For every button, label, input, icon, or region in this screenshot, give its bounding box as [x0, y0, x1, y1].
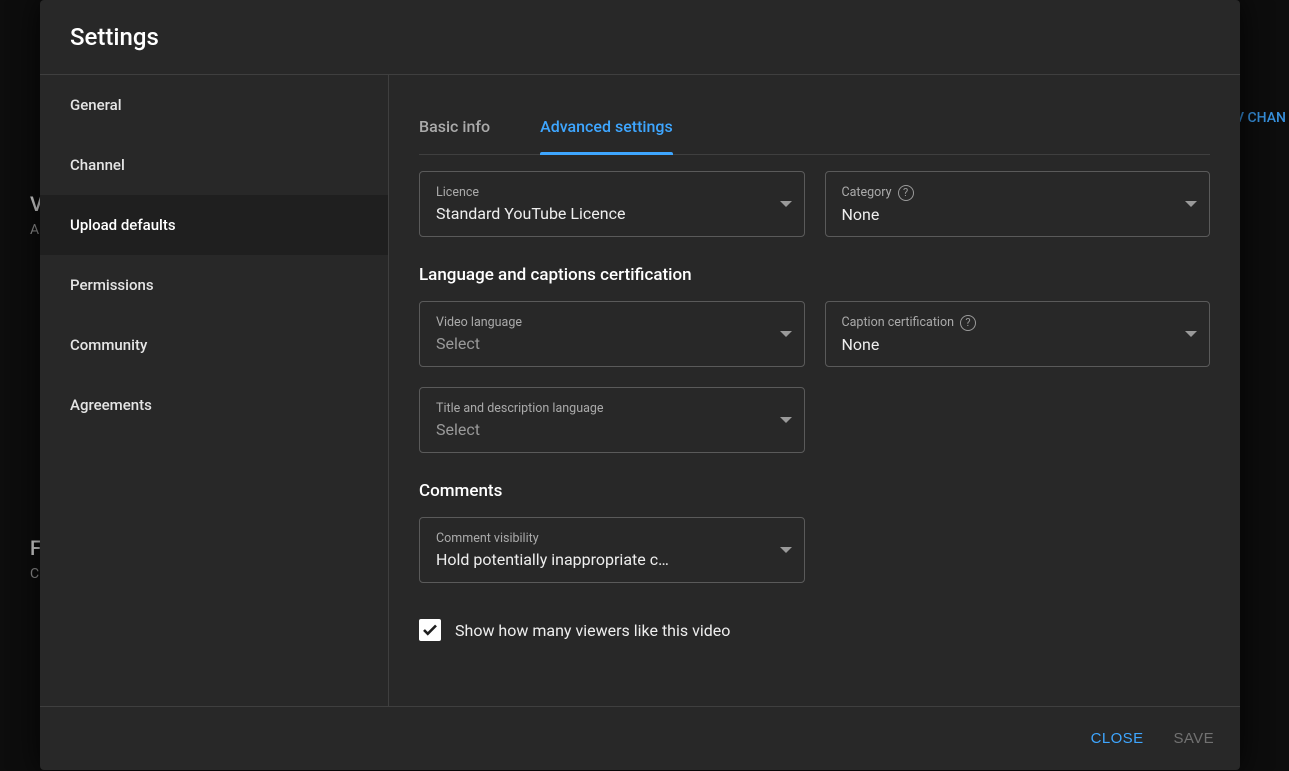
show-likes-checkbox[interactable]: [419, 619, 441, 641]
video-language-select[interactable]: Video language Select: [419, 301, 805, 367]
settings-main-panel: Basic info Advanced settings Licence Sta…: [389, 75, 1240, 706]
chevron-down-icon: [780, 331, 792, 337]
tab-advanced-settings[interactable]: Advanced settings: [540, 117, 673, 154]
comment-visibility-select[interactable]: Comment visibility Hold potentially inap…: [419, 517, 805, 583]
sidebar-item-agreements[interactable]: Agreements: [40, 375, 388, 435]
field-value: None: [842, 205, 1196, 224]
sidebar-item-channel[interactable]: Channel: [40, 135, 388, 195]
tab-label: Advanced settings: [540, 117, 673, 136]
tabs: Basic info Advanced settings: [419, 75, 1210, 155]
field-label: Video language: [436, 315, 522, 330]
view-channel-link-fragment: V CHAN: [1235, 110, 1286, 126]
section-comments: Comments: [419, 481, 1210, 501]
chevron-down-icon: [1185, 331, 1197, 337]
bg-sub-fragment-2: C: [30, 566, 39, 582]
tab-basic-info[interactable]: Basic info: [419, 117, 490, 154]
help-icon[interactable]: ?: [898, 185, 914, 201]
field-label: Category: [842, 185, 892, 200]
sidebar-item-general[interactable]: General: [40, 75, 388, 135]
field-value: Select: [436, 334, 790, 353]
check-icon: [421, 621, 439, 639]
sidebar-item-label: General: [70, 96, 122, 114]
dialog-header: Settings: [40, 0, 1240, 75]
field-value: Select: [436, 420, 790, 439]
sidebar-item-label: Channel: [70, 156, 125, 174]
sidebar-item-label: Permissions: [70, 276, 154, 294]
chevron-down-icon: [780, 201, 792, 207]
field-value: Standard YouTube Licence: [436, 204, 790, 223]
sidebar-item-community[interactable]: Community: [40, 315, 388, 375]
licence-select[interactable]: Licence Standard YouTube Licence: [419, 171, 805, 237]
chevron-down-icon: [780, 547, 792, 553]
dialog-title: Settings: [70, 23, 159, 51]
sidebar-item-permissions[interactable]: Permissions: [40, 255, 388, 315]
sidebar-item-label: Community: [70, 336, 147, 354]
title-description-language-select[interactable]: Title and description language Select: [419, 387, 805, 453]
settings-dialog: Settings General Channel Upload defaults…: [40, 0, 1240, 770]
dialog-footer: Close Save: [40, 706, 1240, 770]
licence-category-row: Licence Standard YouTube Licence Categor…: [419, 171, 1210, 237]
field-label: Licence: [436, 185, 479, 200]
tab-label: Basic info: [419, 117, 490, 136]
settings-sidebar: General Channel Upload defaults Permissi…: [40, 75, 389, 706]
save-button: Save: [1173, 730, 1214, 747]
show-likes-label: Show how many viewers like this video: [455, 621, 730, 640]
sidebar-item-label: Agreements: [70, 396, 152, 414]
chevron-down-icon: [1185, 201, 1197, 207]
title-desc-lang-row: Title and description language Select: [419, 387, 1210, 453]
field-label: Comment visibility: [436, 531, 539, 546]
sidebar-item-upload-defaults[interactable]: Upload defaults: [40, 195, 388, 255]
field-label: Title and description language: [436, 401, 604, 416]
chevron-down-icon: [780, 417, 792, 423]
dialog-body: General Channel Upload defaults Permissi…: [40, 75, 1240, 706]
field-value: None: [842, 335, 1196, 354]
sidebar-item-label: Upload defaults: [70, 216, 176, 234]
field-label: Caption certification: [842, 315, 955, 330]
show-likes-row: Show how many viewers like this video: [419, 619, 1210, 641]
bg-sub-fragment-1: A: [30, 222, 39, 238]
section-language-captions: Language and captions certification: [419, 265, 1210, 285]
comments-row: Comment visibility Hold potentially inap…: [419, 517, 1210, 583]
language-row: Video language Select Caption certificat…: [419, 301, 1210, 367]
help-icon[interactable]: ?: [960, 315, 976, 331]
close-button[interactable]: Close: [1091, 730, 1144, 747]
field-value: Hold potentially inappropriate c…: [436, 550, 790, 569]
caption-certification-select[interactable]: Caption certification ? None: [825, 301, 1211, 367]
category-select[interactable]: Category ? None: [825, 171, 1211, 237]
